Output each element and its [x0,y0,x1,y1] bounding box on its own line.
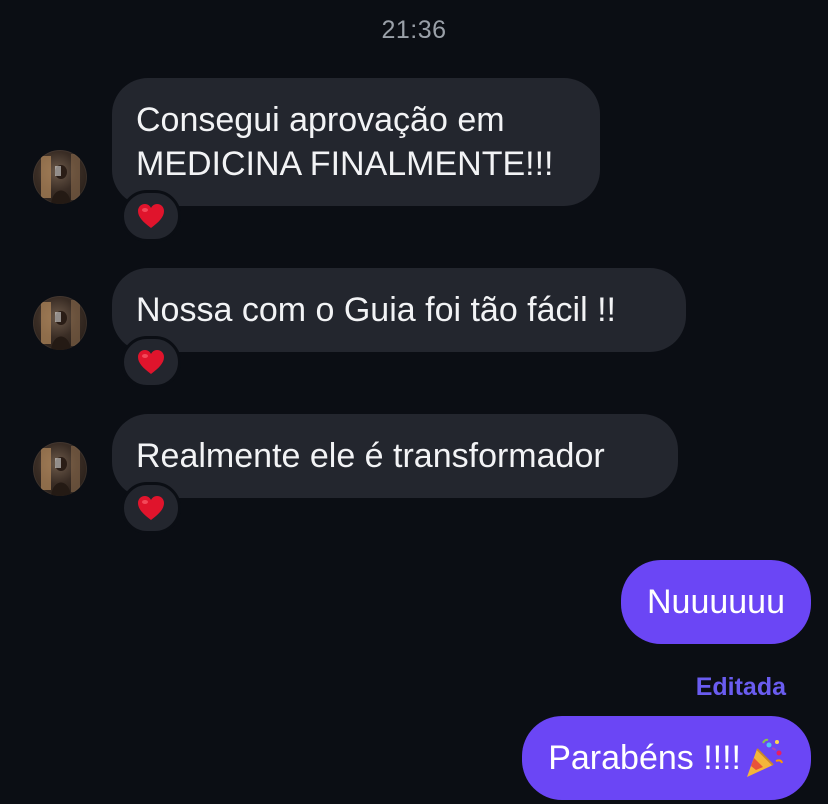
contact-avatar[interactable] [33,442,87,496]
heart-reaction[interactable] [121,482,181,534]
party-popper-icon [747,738,783,777]
outgoing-message-text: Parabéns !!!! [548,738,741,777]
outgoing-message-bubble[interactable]: Parabéns !!!! [522,716,811,800]
contact-avatar[interactable] [33,296,87,350]
heart-reaction[interactable] [121,336,181,388]
heart-icon [138,350,164,374]
heart-icon [138,204,164,228]
incoming-message-bubble[interactable]: Nossa com o Guia foi tão fácil !! [112,268,686,352]
message-timestamp: 21:36 [381,16,447,44]
outgoing-message-text: Nuuuuuu [646,582,785,621]
contact-avatar[interactable] [33,150,87,204]
incoming-message-bubble[interactable]: Consegui aprovação em MEDICINA FINALMENT… [112,78,600,206]
incoming-message-bubble[interactable]: Realmente ele é transformador [112,414,678,498]
heart-icon [138,496,164,520]
edited-label: Editada [695,673,786,701]
outgoing-message-bubble[interactable]: Nuuuuuu [620,560,811,644]
heart-reaction[interactable] [121,190,181,242]
